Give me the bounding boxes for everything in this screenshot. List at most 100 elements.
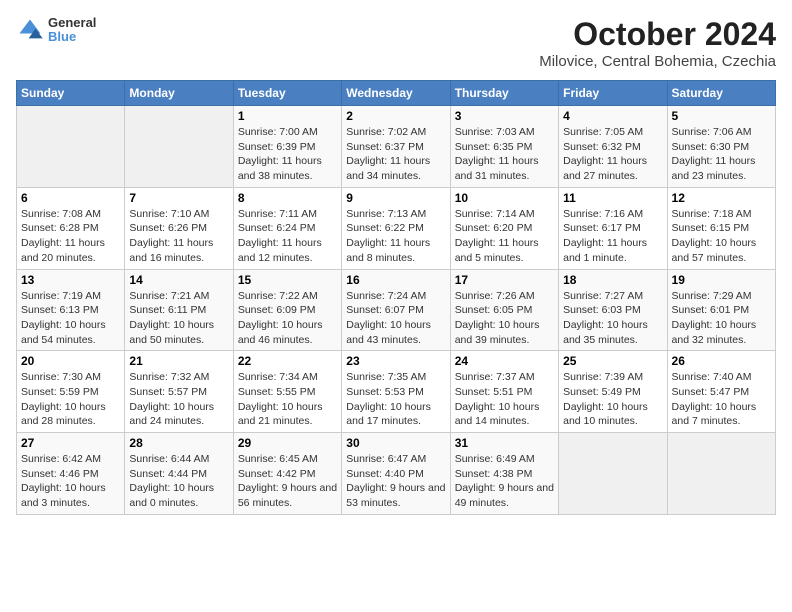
day-detail: Sunrise: 6:45 AMSunset: 4:42 PMDaylight:… xyxy=(238,452,337,511)
calendar-week-4: 20 Sunrise: 7:30 AMSunset: 5:59 PMDayligh… xyxy=(17,351,776,433)
day-number: 29 xyxy=(238,436,337,450)
calendar-cell: 17 Sunrise: 7:26 AMSunset: 6:05 PMDayligh… xyxy=(450,269,558,351)
day-number: 24 xyxy=(455,354,554,368)
day-detail: Sunrise: 7:16 AMSunset: 6:17 PMDaylight:… xyxy=(563,207,662,266)
calendar-cell: 6Sunrise: 7:08 AMSunset: 6:28 PMDaylight… xyxy=(17,187,125,269)
day-detail: Sunrise: 7:26 AMSunset: 6:05 PMDaylight:… xyxy=(455,289,554,348)
day-detail: Sunrise: 7:37 AMSunset: 5:51 PMDaylight:… xyxy=(455,370,554,429)
day-number: 21 xyxy=(129,354,228,368)
weekday-sunday: Sunday xyxy=(17,81,125,106)
calendar-cell: 16 Sunrise: 7:24 AMSunset: 6:07 PMDayligh… xyxy=(342,269,450,351)
day-detail: Sunrise: 7:35 AMSunset: 5:53 PMDaylight:… xyxy=(346,370,445,429)
calendar-cell: 2 Sunrise: 7:02 AMSunset: 6:37 PMDaylight… xyxy=(342,106,450,188)
calendar-cell: 5 Sunrise: 7:06 AMSunset: 6:30 PMDaylight… xyxy=(667,106,775,188)
calendar-cell: 8 Sunrise: 7:11 AMSunset: 6:24 PMDaylight… xyxy=(233,187,341,269)
calendar-cell xyxy=(17,106,125,188)
day-number: 5 xyxy=(672,109,771,123)
day-detail: Sunrise: 7:32 AMSunset: 5:57 PMDaylight:… xyxy=(129,370,228,429)
calendar-cell: 19Sunrise: 7:29 AMSunset: 6:01 PMDayligh… xyxy=(667,269,775,351)
calendar-cell xyxy=(667,433,775,515)
title-block: October 2024 Milovice, Central Bohemia, … xyxy=(539,16,776,70)
calendar-cell: 21 Sunrise: 7:32 AMSunset: 5:57 PMDayligh… xyxy=(125,351,233,433)
calendar-cell: 7Sunrise: 7:10 AMSunset: 6:26 PMDaylight… xyxy=(125,187,233,269)
logo-text: General Blue xyxy=(48,16,96,45)
day-number: 6 xyxy=(21,191,120,205)
calendar-week-1: 1 Sunrise: 7:00 AMSunset: 6:39 PMDaylight… xyxy=(17,106,776,188)
day-detail: Sunrise: 7:19 AMSunset: 6:13 PMDaylight:… xyxy=(21,289,120,348)
day-number: 11 xyxy=(563,191,662,205)
calendar-cell: 1 Sunrise: 7:00 AMSunset: 6:39 PMDaylight… xyxy=(233,106,341,188)
day-detail: Sunrise: 6:44 AMSunset: 4:44 PMDaylight:… xyxy=(129,452,228,511)
calendar-cell: 9Sunrise: 7:13 AMSunset: 6:22 PMDaylight… xyxy=(342,187,450,269)
day-detail: Sunrise: 7:02 AMSunset: 6:37 PMDaylight:… xyxy=(346,125,445,184)
calendar-cell: 30 Sunrise: 6:47 AMSunset: 4:40 PMDayligh… xyxy=(342,433,450,515)
day-detail: Sunrise: 7:00 AMSunset: 6:39 PMDaylight:… xyxy=(238,125,337,184)
calendar-cell: 24 Sunrise: 7:37 AMSunset: 5:51 PMDayligh… xyxy=(450,351,558,433)
calendar-cell: 10 Sunrise: 7:14 AMSunset: 6:20 PMDayligh… xyxy=(450,187,558,269)
calendar-week-3: 13 Sunrise: 7:19 AMSunset: 6:13 PMDayligh… xyxy=(17,269,776,351)
logo: General Blue xyxy=(16,16,96,45)
day-number: 28 xyxy=(129,436,228,450)
calendar-week-5: 27 Sunrise: 6:42 AMSunset: 4:46 PMDayligh… xyxy=(17,433,776,515)
weekday-header-row: SundayMondayTuesdayWednesdayThursdayFrid… xyxy=(17,81,776,106)
day-number: 23 xyxy=(346,354,445,368)
day-detail: Sunrise: 7:34 AMSunset: 5:55 PMDaylight:… xyxy=(238,370,337,429)
calendar-cell: 12 Sunrise: 7:18 AMSunset: 6:15 PMDayligh… xyxy=(667,187,775,269)
calendar-cell: 25Sunrise: 7:39 AMSunset: 5:49 PMDayligh… xyxy=(559,351,667,433)
day-number: 3 xyxy=(455,109,554,123)
weekday-wednesday: Wednesday xyxy=(342,81,450,106)
day-detail: Sunrise: 7:05 AMSunset: 6:32 PMDaylight:… xyxy=(563,125,662,184)
day-detail: Sunrise: 7:40 AMSunset: 5:47 PMDaylight:… xyxy=(672,370,771,429)
day-number: 18 xyxy=(563,273,662,287)
day-number: 10 xyxy=(455,191,554,205)
day-number: 30 xyxy=(346,436,445,450)
logo-icon xyxy=(16,16,44,44)
day-number: 14 xyxy=(129,273,228,287)
calendar-cell: 22 Sunrise: 7:34 AMSunset: 5:55 PMDayligh… xyxy=(233,351,341,433)
day-detail: Sunrise: 7:22 AMSunset: 6:09 PMDaylight:… xyxy=(238,289,337,348)
weekday-thursday: Thursday xyxy=(450,81,558,106)
day-number: 22 xyxy=(238,354,337,368)
day-number: 16 xyxy=(346,273,445,287)
page-header: General Blue October 2024 Milovice, Cent… xyxy=(16,16,776,70)
day-number: 1 xyxy=(238,109,337,123)
day-detail: Sunrise: 7:03 AMSunset: 6:35 PMDaylight:… xyxy=(455,125,554,184)
calendar-title: October 2024 xyxy=(539,16,776,53)
day-detail: Sunrise: 7:24 AMSunset: 6:07 PMDaylight:… xyxy=(346,289,445,348)
day-detail: Sunrise: 7:11 AMSunset: 6:24 PMDaylight:… xyxy=(238,207,337,266)
day-number: 26 xyxy=(672,354,771,368)
calendar-cell: 11 Sunrise: 7:16 AMSunset: 6:17 PMDayligh… xyxy=(559,187,667,269)
day-detail: Sunrise: 6:42 AMSunset: 4:46 PMDaylight:… xyxy=(21,452,120,511)
calendar-cell: 26 Sunrise: 7:40 AMSunset: 5:47 PMDayligh… xyxy=(667,351,775,433)
day-detail: Sunrise: 7:29 AMSunset: 6:01 PMDaylight:… xyxy=(672,289,771,348)
calendar-week-2: 6Sunrise: 7:08 AMSunset: 6:28 PMDaylight… xyxy=(17,187,776,269)
day-detail: Sunrise: 7:30 AMSunset: 5:59 PMDaylight:… xyxy=(21,370,120,429)
weekday-friday: Friday xyxy=(559,81,667,106)
weekday-saturday: Saturday xyxy=(667,81,775,106)
day-number: 4 xyxy=(563,109,662,123)
day-number: 13 xyxy=(21,273,120,287)
calendar-subtitle: Milovice, Central Bohemia, Czechia xyxy=(539,53,776,70)
calendar-cell xyxy=(125,106,233,188)
day-detail: Sunrise: 7:18 AMSunset: 6:15 PMDaylight:… xyxy=(672,207,771,266)
calendar-cell: 4 Sunrise: 7:05 AMSunset: 6:32 PMDaylight… xyxy=(559,106,667,188)
day-number: 20 xyxy=(21,354,120,368)
logo-line1: General xyxy=(48,16,96,30)
calendar-header: SundayMondayTuesdayWednesdayThursdayFrid… xyxy=(17,81,776,106)
calendar-cell: 29 Sunrise: 6:45 AMSunset: 4:42 PMDayligh… xyxy=(233,433,341,515)
day-detail: Sunrise: 6:49 AMSunset: 4:38 PMDaylight:… xyxy=(455,452,554,511)
day-number: 8 xyxy=(238,191,337,205)
day-detail: Sunrise: 7:10 AMSunset: 6:26 PMDaylight:… xyxy=(129,207,228,266)
weekday-tuesday: Tuesday xyxy=(233,81,341,106)
calendar-table: SundayMondayTuesdayWednesdayThursdayFrid… xyxy=(16,80,776,515)
calendar-cell xyxy=(559,433,667,515)
day-detail: Sunrise: 7:06 AMSunset: 6:30 PMDaylight:… xyxy=(672,125,771,184)
day-number: 2 xyxy=(346,109,445,123)
day-detail: Sunrise: 6:47 AMSunset: 4:40 PMDaylight:… xyxy=(346,452,445,511)
day-number: 17 xyxy=(455,273,554,287)
calendar-cell: 13 Sunrise: 7:19 AMSunset: 6:13 PMDayligh… xyxy=(17,269,125,351)
day-number: 27 xyxy=(21,436,120,450)
day-detail: Sunrise: 7:14 AMSunset: 6:20 PMDaylight:… xyxy=(455,207,554,266)
day-number: 15 xyxy=(238,273,337,287)
day-number: 12 xyxy=(672,191,771,205)
